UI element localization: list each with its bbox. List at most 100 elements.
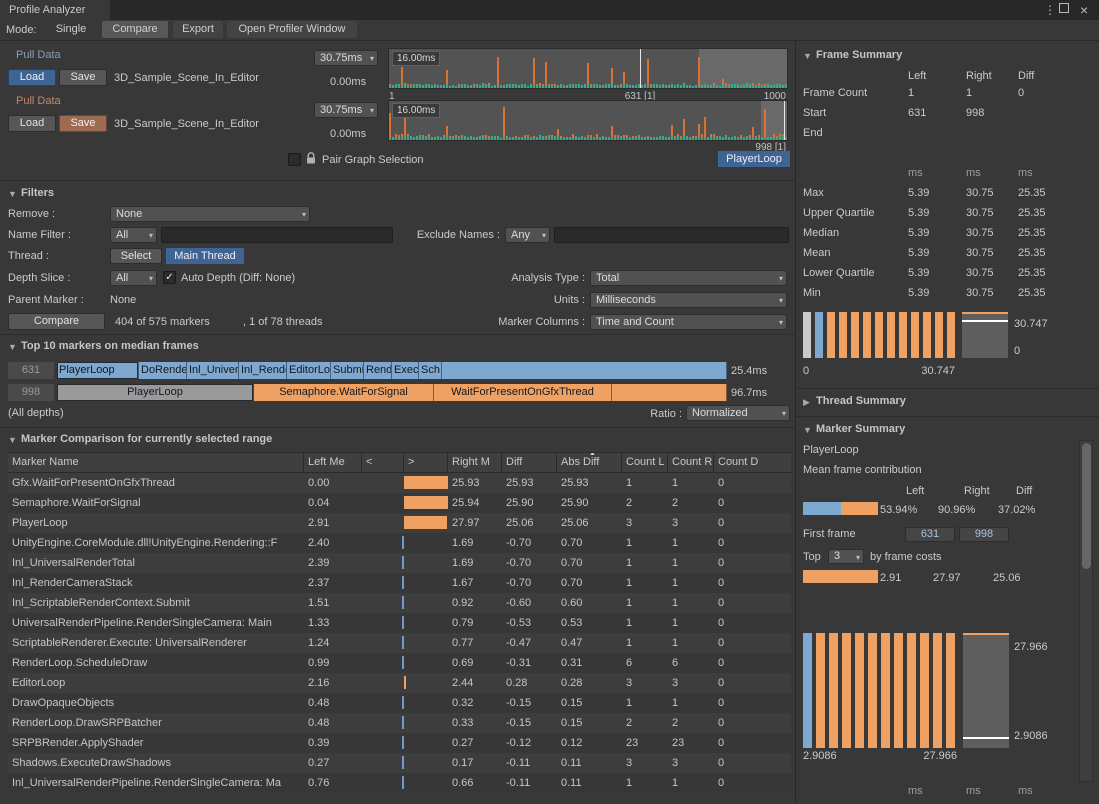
marker-comparison-row[interactable]: Gfx.WaitForPresentOnGfxThread0.0025.9325… xyxy=(8,473,791,493)
column-header-diff[interactable]: Diff xyxy=(502,453,557,472)
tab-profile-analyzer[interactable]: Profile Analyzer xyxy=(0,0,110,20)
pair-graph-selection-checkbox[interactable] xyxy=(288,153,301,166)
column-header-abs-diff[interactable]: ▲Abs Diff xyxy=(557,453,622,472)
pull-data-right-button[interactable]: Pull Data xyxy=(16,95,61,107)
left-frame-graph[interactable]: 16.00ms xyxy=(388,48,788,89)
marker-summary-histogram[interactable] xyxy=(803,633,955,748)
filters-foldout-icon[interactable]: ▼ xyxy=(8,189,17,199)
scrollbar-thumb[interactable] xyxy=(1082,443,1091,569)
marker-value-cell: 0.48 xyxy=(304,693,362,713)
mode-single-button[interactable]: Single xyxy=(44,21,98,38)
column-header-right-median[interactable]: Right M xyxy=(448,453,502,472)
auto-depth-checkbox[interactable]: ✓ xyxy=(163,271,176,284)
maximize-icon[interactable] xyxy=(1059,0,1069,16)
thread-summary-foldout-icon[interactable]: ▶ xyxy=(803,397,810,408)
window-menu-icon[interactable]: ⋮ xyxy=(1044,3,1056,17)
marker-value-cell: 0.39 xyxy=(304,733,362,753)
marker-comparison-row[interactable]: Inl_ScriptableRenderContext.Submit1.510.… xyxy=(8,593,791,613)
compare-button[interactable]: Compare xyxy=(8,313,105,330)
exclude-mode-dropdown[interactable]: Any▾ xyxy=(505,227,550,243)
marker-comparison-row[interactable]: DrawOpaqueObjects0.480.32-0.150.15110 xyxy=(8,693,791,713)
top10-marker-segment[interactable]: EditorLoo xyxy=(287,362,331,379)
column-header-count-left[interactable]: Count L xyxy=(622,453,668,472)
top10-marker-segment[interactable]: PlayerLoop xyxy=(57,362,139,379)
comparison-foldout-icon[interactable]: ▼ xyxy=(8,435,17,445)
marker-comparison-row[interactable]: Inl_UniversalRenderPipeline.RenderSingle… xyxy=(8,773,791,793)
marker-summary-boxplot[interactable] xyxy=(963,633,1009,748)
marker-comparison-row[interactable]: Shadows.ExecuteDrawShadows0.270.17-0.110… xyxy=(8,753,791,773)
frame-summary-boxplot[interactable] xyxy=(962,312,1008,358)
top10-marker-segment[interactable]: Submi xyxy=(331,362,364,379)
mode-compare-button[interactable]: Compare xyxy=(102,21,168,38)
name-filter-mode-dropdown[interactable]: All▾ xyxy=(110,227,157,243)
top10-marker-segment[interactable]: Exec xyxy=(392,362,419,379)
top10-frame-right[interactable]: 998 xyxy=(8,384,54,401)
right-graph-scale-dropdown[interactable]: 30.75ms▾ xyxy=(314,102,378,118)
marker-comparison-row[interactable]: Inl_RenderCameraStack2.371.67-0.700.7011… xyxy=(8,573,791,593)
column-header-count-right[interactable]: Count R xyxy=(668,453,714,472)
stat-diff: 25.35 xyxy=(1018,227,1046,239)
column-header-right-bar[interactable]: > xyxy=(404,453,448,472)
marker-comparison-row[interactable]: Semaphore.WaitForSignal0.0425.9425.9025.… xyxy=(8,493,791,513)
left-graph-scale-dropdown[interactable]: 30.75ms▾ xyxy=(314,50,378,66)
right-frame-graph[interactable]: 16.00ms xyxy=(388,100,788,141)
marker-value-cell: 2 xyxy=(668,713,714,733)
analysis-type-dropdown[interactable]: Total▾ xyxy=(590,270,787,286)
first-frame-right-button[interactable]: 998 xyxy=(959,527,1009,542)
top10-marker-segment[interactable]: Semaphore.WaitForSignal xyxy=(254,384,434,401)
column-header-marker-name[interactable]: Marker Name xyxy=(8,453,304,472)
ratio-dropdown[interactable]: Normalized▾ xyxy=(686,405,790,421)
remove-dropdown[interactable]: None▾ xyxy=(110,206,310,222)
export-button[interactable]: Export xyxy=(173,21,223,38)
graph-baseline xyxy=(563,85,565,88)
pull-data-left-button[interactable]: Pull Data xyxy=(16,49,61,61)
marker-comparison-row[interactable]: Inl_UniversalRenderTotal2.391.69-0.700.7… xyxy=(8,553,791,573)
column-header-left-bar[interactable]: < xyxy=(362,453,404,472)
top10-foldout-icon[interactable]: ▼ xyxy=(8,342,17,352)
marker-comparison-row[interactable]: UniversalRenderPipeline.RenderSingleCame… xyxy=(8,613,791,633)
marker-summary-foldout-icon[interactable]: ▼ xyxy=(803,425,812,435)
exclude-names-input[interactable] xyxy=(554,227,789,243)
graph-baseline xyxy=(437,85,439,88)
graph-baseline xyxy=(440,85,442,88)
frame-summary-foldout-icon[interactable]: ▼ xyxy=(803,51,812,61)
top10-marker-segment[interactable]: DoRenderl xyxy=(139,362,187,379)
top10-marker-segment[interactable]: Inl_Univers xyxy=(187,362,239,379)
marker-columns-dropdown[interactable]: Time and Count▾ xyxy=(590,314,787,330)
marker-comparison-row[interactable]: PlayerLoop2.9127.9725.0625.06330 xyxy=(8,513,791,533)
open-profiler-window-button[interactable]: Open Profiler Window xyxy=(227,21,357,38)
marker-comparison-row[interactable]: ScriptableRenderer.Execute: UniversalRen… xyxy=(8,633,791,653)
top10-marker-segment[interactable]: Inl_Render xyxy=(239,362,287,379)
save-left-button[interactable]: Save xyxy=(59,69,107,86)
close-icon[interactable]: × xyxy=(1080,2,1088,18)
top10-marker-segment[interactable]: Sch xyxy=(419,362,442,379)
top10-marker-segment[interactable] xyxy=(612,384,727,401)
thread-value-chip[interactable]: Main Thread xyxy=(166,248,244,264)
marker-value-cell: 0 xyxy=(714,753,791,773)
column-header-count-diff[interactable]: Count D xyxy=(714,453,791,472)
top10-marker-segment[interactable]: WaitForPresentOnGfxThread xyxy=(434,384,612,401)
graph-baseline xyxy=(779,84,781,88)
marker-comparison-row[interactable]: RenderLoop.DrawSRPBatcher0.480.33-0.150.… xyxy=(8,713,791,733)
depth-slice-dropdown[interactable]: All▾ xyxy=(110,270,157,286)
top10-marker-segment[interactable]: PlayerLoop xyxy=(57,384,254,401)
marker-comparison-row[interactable]: RenderLoop.ScheduleDraw0.990.69-0.310.31… xyxy=(8,653,791,673)
top-n-dropdown[interactable]: 3▾ xyxy=(828,549,864,564)
frame-summary-histogram[interactable] xyxy=(803,312,955,358)
first-frame-left-button[interactable]: 631 xyxy=(905,527,955,542)
name-filter-input[interactable] xyxy=(161,227,393,243)
units-dropdown[interactable]: Milliseconds▾ xyxy=(590,292,787,308)
save-right-button[interactable]: Save xyxy=(59,115,107,132)
marker-summary-scrollbar[interactable] xyxy=(1079,440,1093,782)
marker-comparison-row[interactable]: UnityEngine.CoreModule.dll!UnityEngine.R… xyxy=(8,533,791,553)
load-left-button[interactable]: Load xyxy=(8,69,56,86)
top10-marker-segment[interactable] xyxy=(442,362,727,379)
column-header-left-median[interactable]: Left Me xyxy=(304,453,362,472)
selected-marker-chip[interactable]: PlayerLoop xyxy=(718,151,790,167)
load-right-button[interactable]: Load xyxy=(8,115,56,132)
marker-comparison-row[interactable]: EditorLoop2.162.440.280.28330 xyxy=(8,673,791,693)
thread-select-button[interactable]: Select xyxy=(110,248,162,264)
top10-frame-left[interactable]: 631 xyxy=(8,362,54,379)
marker-comparison-row[interactable]: SRPBRender.ApplyShader0.390.27-0.120.122… xyxy=(8,733,791,753)
top10-marker-segment[interactable]: Rend xyxy=(364,362,392,379)
